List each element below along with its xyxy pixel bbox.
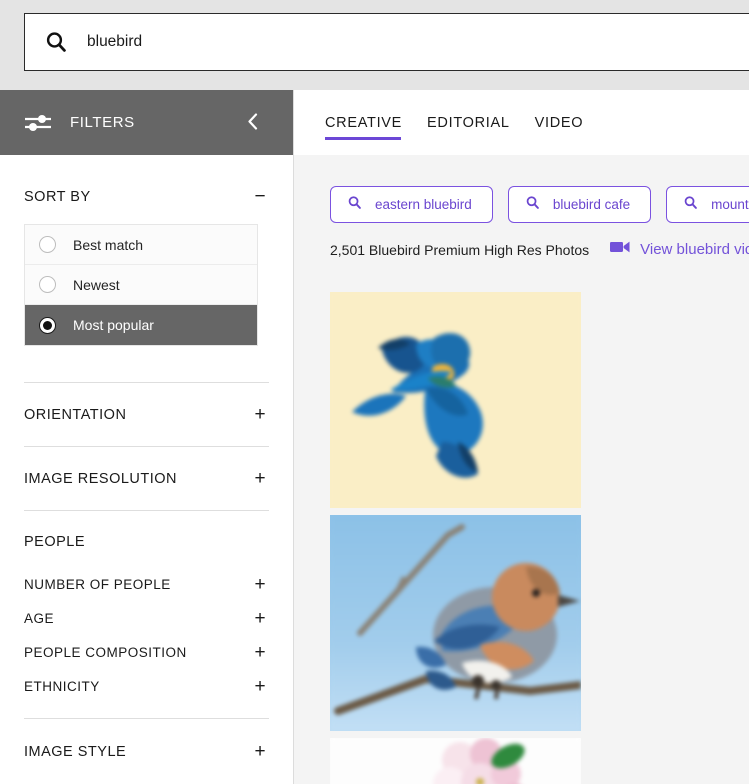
image-style-title: IMAGE STYLE <box>24 743 127 760</box>
sliders-icon <box>24 113 52 133</box>
sort-option-label: Newest <box>73 276 120 293</box>
plus-icon[interactable]: + <box>251 643 269 662</box>
search-band <box>0 0 749 90</box>
age-title: AGE <box>24 611 55 626</box>
results-meta-row: 2,501 Bluebird Premium High Res Photos V… <box>294 223 749 259</box>
chevron-left-icon[interactable] <box>247 112 259 133</box>
plus-icon[interactable]: + <box>251 575 269 594</box>
plus-icon[interactable]: + <box>251 469 269 488</box>
sort-option-label: Best match <box>73 236 144 253</box>
orientation-header[interactable]: ORIENTATION + <box>24 405 269 424</box>
sidebar-section-sort-by: SORT BY − Best match Newest Most popular <box>0 155 293 346</box>
plus-icon[interactable]: + <box>251 742 269 761</box>
sort-option-best-match[interactable]: Best match <box>25 225 257 265</box>
people-group-title: PEOPLE <box>24 534 86 550</box>
thumbnail-artwork <box>330 738 581 784</box>
radio-icon <box>39 276 56 293</box>
sidebar-section-image-style: IMAGE STYLE + <box>0 719 293 761</box>
sort-by-title: SORT BY <box>24 188 91 205</box>
tab-editorial[interactable]: EDITORIAL <box>427 115 510 140</box>
image-search-page: FILTERS CREATIVE EDITORIAL VIDEO SORT BY… <box>0 0 749 784</box>
minus-icon[interactable]: − <box>251 187 269 206</box>
image-resolution-title: IMAGE RESOLUTION <box>24 470 178 487</box>
thumbnail-artwork <box>330 515 581 731</box>
chip-label: mountain bluebird <box>711 197 749 212</box>
people-age-header[interactable]: AGE + <box>24 609 269 628</box>
suggestion-chips: eastern bluebird bluebird cafe mount <box>294 155 749 223</box>
suggestion-chip-bluebird-cafe[interactable]: bluebird cafe <box>507 186 652 223</box>
suggestion-chip-mountain-bluebird[interactable]: mountain bluebird <box>666 186 749 223</box>
results-pane: eastern bluebird bluebird cafe mount 2,5… <box>293 155 749 784</box>
tab-creative[interactable]: CREATIVE <box>325 115 402 140</box>
tab-video[interactable]: VIDEO <box>535 115 584 140</box>
plus-icon[interactable]: + <box>251 609 269 628</box>
search-box[interactable] <box>24 13 749 71</box>
sort-by-header[interactable]: SORT BY − <box>24 187 269 206</box>
image-results-grid <box>330 292 749 784</box>
chip-label: eastern bluebird <box>375 197 472 212</box>
image-result-thumbnail[interactable] <box>330 738 581 784</box>
sidebar-section-orientation: ORIENTATION + <box>0 383 293 446</box>
search-icon <box>25 14 87 70</box>
sidebar-group-people: PEOPLE NUMBER OF PEOPLE + AGE + PEOPLE C… <box>0 511 293 696</box>
filters-sidebar: SORT BY − Best match Newest Most popular <box>0 155 293 784</box>
view-videos-label: View bluebird videos <box>640 241 749 258</box>
plus-icon[interactable]: + <box>251 405 269 424</box>
plus-icon[interactable]: + <box>251 677 269 696</box>
people-ethnicity-header[interactable]: ETHNICITY + <box>24 677 269 696</box>
filters-toggle-bar[interactable]: FILTERS <box>0 90 293 155</box>
search-icon <box>347 195 362 215</box>
ethnicity-title: ETHNICITY <box>24 679 100 694</box>
thumbnail-artwork <box>330 292 581 508</box>
image-result-thumbnail[interactable] <box>330 515 581 731</box>
search-icon <box>683 195 698 215</box>
radio-icon-selected <box>39 316 56 334</box>
people-composition-header[interactable]: PEOPLE COMPOSITION + <box>24 643 269 662</box>
radio-icon <box>39 236 56 253</box>
sort-option-label: Most popular <box>73 317 154 333</box>
results-count: 2,501 Bluebird Premium High Res Photos <box>330 241 590 258</box>
sidebar-section-image-resolution: IMAGE RESOLUTION + <box>0 447 293 510</box>
filters-label: FILTERS <box>70 114 135 131</box>
view-videos-link[interactable]: View bluebird videos <box>610 240 749 259</box>
image-style-header[interactable]: IMAGE STYLE + <box>24 742 269 761</box>
image-result-thumbnail[interactable] <box>330 292 581 508</box>
image-resolution-header[interactable]: IMAGE RESOLUTION + <box>24 469 269 488</box>
sort-option-newest[interactable]: Newest <box>25 265 257 305</box>
search-input[interactable] <box>87 14 749 70</box>
number-of-people-title: NUMBER OF PEOPLE <box>24 577 171 592</box>
sort-by-radio-group: Best match Newest Most popular <box>24 224 258 346</box>
content-type-tabs: CREATIVE EDITORIAL VIDEO <box>293 90 749 155</box>
sort-option-most-popular[interactable]: Most popular <box>25 305 257 345</box>
video-camera-icon <box>610 240 630 259</box>
orientation-title: ORIENTATION <box>24 406 127 423</box>
people-composition-title: PEOPLE COMPOSITION <box>24 645 187 660</box>
search-icon <box>525 195 540 215</box>
chip-label: bluebird cafe <box>552 197 631 212</box>
suggestion-chip-eastern-bluebird[interactable]: eastern bluebird <box>330 186 493 223</box>
people-number-header[interactable]: NUMBER OF PEOPLE + <box>24 575 269 594</box>
